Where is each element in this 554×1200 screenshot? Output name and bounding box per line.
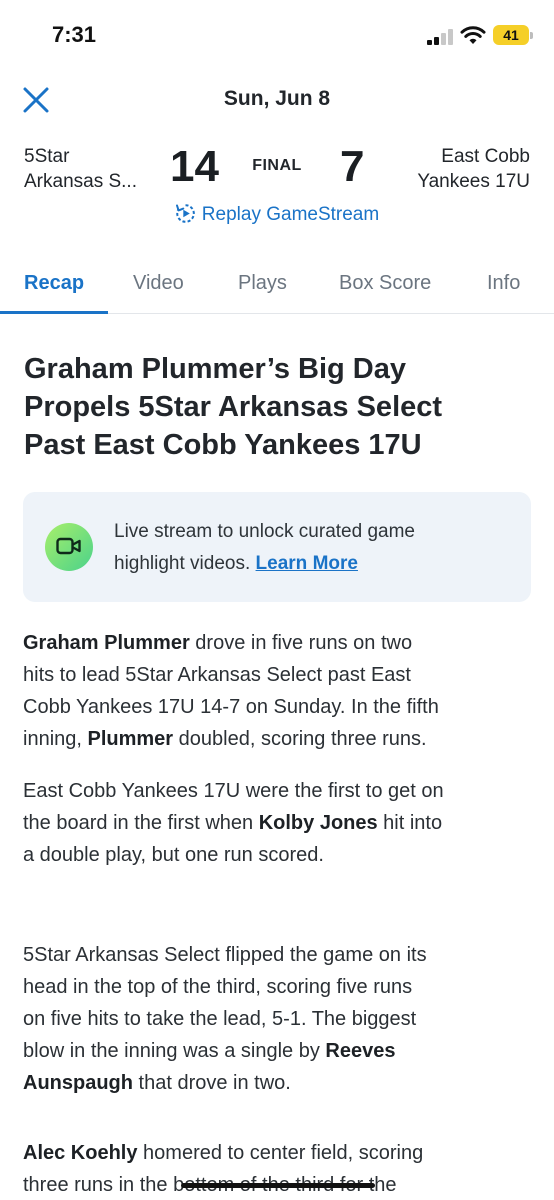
paragraph-line: head in the top of the third, scoring fi…	[23, 976, 413, 998]
learn-more-link[interactable]: Learn More	[256, 553, 358, 574]
paragraph-line: Alec Koehly homered to center field, sco…	[23, 1137, 533, 1169]
replay-gamestream-link[interactable]: Replay GameStream	[0, 203, 554, 226]
paragraph-line: Aunspaugh that drove in two.	[23, 1067, 533, 1099]
paragraph-line: a double play, but one run scored.	[23, 844, 324, 866]
paragraph-line: East Cobb Yankees 17U were the first to …	[23, 780, 444, 802]
away-team-line1: East Cobb	[441, 146, 530, 167]
player-name-link[interactable]: Kolby Jones	[259, 812, 378, 834]
away-team-line2: Yankees 17U	[417, 171, 530, 192]
paragraph-line: blow in the inning was a single by Reeve…	[23, 1035, 533, 1067]
paragraph-line: Cobb Yankees 17U 14-7 on Sunday. In the …	[23, 696, 439, 718]
paragraph-line: the board in the first when Kolby Jones …	[23, 807, 533, 839]
paragraph-line: inning, Plummer doubled, scoring three r…	[23, 723, 533, 755]
player-name-link[interactable]: Aunspaugh	[23, 1072, 133, 1094]
cellular-signal-icon	[427, 28, 457, 45]
player-name-link[interactable]: Plummer	[88, 728, 174, 750]
article-paragraph: Alec Koehly homered to center field, sco…	[23, 1137, 533, 1200]
paragraph-line: 5Star Arkansas Select flipped the game o…	[23, 944, 427, 966]
wifi-icon	[460, 26, 486, 44]
away-score: 7	[340, 142, 365, 191]
paragraph-line: on five hits to take the lead, 5-1. The …	[23, 1008, 417, 1030]
text: inning,	[23, 728, 88, 750]
live-stream-banner: Live stream to unlock curated game highl…	[23, 492, 531, 602]
home-indicator[interactable]	[181, 1183, 375, 1188]
banner-message: Live stream to unlock curated game highl…	[114, 516, 504, 580]
tab-recap[interactable]: Recap	[24, 272, 84, 295]
tab-bar: Recap Video Plays Box Score Info	[0, 258, 554, 314]
headline-line: Graham Plummer’s Big Day	[24, 353, 406, 385]
player-name-link[interactable]: Graham Plummer	[23, 632, 190, 654]
active-tab-indicator	[0, 311, 108, 314]
tab-box-score[interactable]: Box Score	[339, 272, 431, 295]
tab-info[interactable]: Info	[487, 272, 520, 295]
headline-line: Propels 5Star Arkansas Select	[24, 391, 443, 423]
text: hit into	[377, 812, 443, 834]
game-date: Sun, Jun 8	[223, 87, 331, 110]
replay-label: Replay GameStream	[201, 204, 380, 225]
paragraph-line: hits to lead 5Star Arkansas Select past …	[23, 664, 411, 686]
player-name-link[interactable]: Alec Koehly	[23, 1142, 137, 1164]
banner-line-text: highlight videos.	[114, 553, 251, 574]
article-paragraph: Graham Plummer drove in five runs on two…	[23, 627, 533, 755]
status-time: 7:31	[52, 22, 97, 47]
player-name-link[interactable]: Reeves	[325, 1040, 395, 1062]
battery-icon: 41	[493, 25, 533, 45]
text: blow in the inning was a single by	[23, 1040, 326, 1062]
text: homered to center field, scoring	[137, 1142, 424, 1164]
status-bar: 7:31 41	[0, 0, 554, 72]
article-headline: Graham Plummer’s Big Day Propels 5Star A…	[24, 350, 534, 464]
replay-icon	[175, 204, 195, 223]
article-paragraph: 5Star Arkansas Select flipped the game o…	[23, 939, 533, 1099]
scoreboard: 5Star Arkansas S... 14 FINAL 7 East Cobb…	[0, 140, 554, 200]
video-camera-icon	[45, 523, 93, 571]
text: the board in the first when	[23, 812, 259, 834]
banner-line: highlight videos. Learn More	[114, 548, 504, 580]
paragraph-line: Graham Plummer drove in five runs on two	[23, 627, 533, 659]
banner-line: Live stream to unlock curated game	[114, 521, 415, 542]
text: doubled, scoring three runs.	[173, 728, 427, 750]
tab-plays[interactable]: Plays	[238, 272, 287, 295]
headline-line: Past East Cobb Yankees 17U	[24, 429, 422, 461]
text: that drove in two.	[133, 1072, 291, 1094]
text: drove in five runs on two	[189, 632, 413, 654]
away-team-name[interactable]: East Cobb Yankees 17U	[390, 144, 530, 194]
tab-video[interactable]: Video	[133, 272, 184, 295]
article-paragraph: East Cobb Yankees 17U were the first to …	[23, 775, 533, 871]
